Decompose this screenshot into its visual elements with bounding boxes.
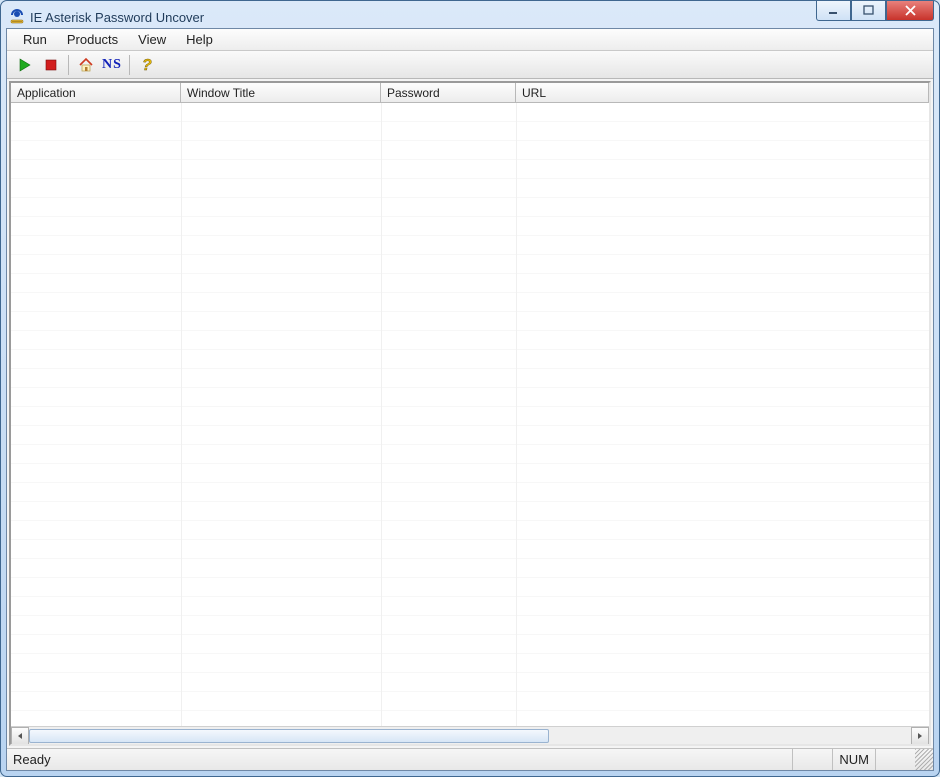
window-frame: IE Asterisk Password Uncover Run Product…: [0, 0, 940, 777]
client-area: Run Products View Help NS ?: [6, 28, 934, 771]
resize-grip-icon[interactable]: [915, 749, 933, 770]
menu-run[interactable]: Run: [13, 30, 57, 49]
scroll-track[interactable]: [29, 727, 911, 745]
help-button[interactable]: ?: [135, 53, 159, 77]
titlebar[interactable]: IE Asterisk Password Uncover: [6, 6, 934, 28]
column-header-url[interactable]: URL: [516, 83, 929, 102]
window-controls: [816, 1, 934, 21]
scroll-right-arrow[interactable]: [911, 727, 929, 745]
statusbar: Ready NUM: [7, 748, 933, 770]
column-header-window-title[interactable]: Window Title: [181, 83, 381, 102]
toolbar-separator: [129, 55, 130, 75]
ns-label: NS: [102, 57, 122, 73]
menu-view[interactable]: View: [128, 30, 176, 49]
minimize-button[interactable]: [816, 1, 851, 21]
home-button[interactable]: [74, 53, 98, 77]
status-num: NUM: [832, 749, 875, 770]
ns-button[interactable]: NS: [100, 53, 124, 77]
svg-text:?: ?: [142, 57, 152, 73]
listview-rows[interactable]: [11, 103, 929, 726]
column-header-password[interactable]: Password: [381, 83, 516, 102]
run-button[interactable]: [13, 53, 37, 77]
menu-products[interactable]: Products: [57, 30, 128, 49]
scroll-thumb[interactable]: [29, 729, 549, 743]
column-divider: [381, 103, 382, 726]
status-cell-empty: [792, 749, 832, 770]
close-button[interactable]: [886, 1, 934, 21]
toolbar-separator: [68, 55, 69, 75]
listview[interactable]: Application Window Title Password URL: [11, 83, 929, 726]
toolbar: NS ?: [7, 51, 933, 79]
app-icon: [9, 9, 25, 25]
listview-container: Application Window Title Password URL: [9, 81, 931, 746]
status-ready: Ready: [7, 752, 792, 767]
horizontal-scrollbar[interactable]: [11, 726, 929, 744]
menubar: Run Products View Help: [7, 29, 933, 51]
column-header-application[interactable]: Application: [11, 83, 181, 102]
maximize-button[interactable]: [851, 1, 886, 21]
scroll-left-arrow[interactable]: [11, 727, 29, 745]
column-divider: [181, 103, 182, 726]
column-divider: [516, 103, 517, 726]
status-cell-empty: [875, 749, 915, 770]
stop-button[interactable]: [39, 53, 63, 77]
column-headers: Application Window Title Password URL: [11, 83, 929, 103]
menu-help[interactable]: Help: [176, 30, 223, 49]
window-title: IE Asterisk Password Uncover: [30, 10, 931, 25]
